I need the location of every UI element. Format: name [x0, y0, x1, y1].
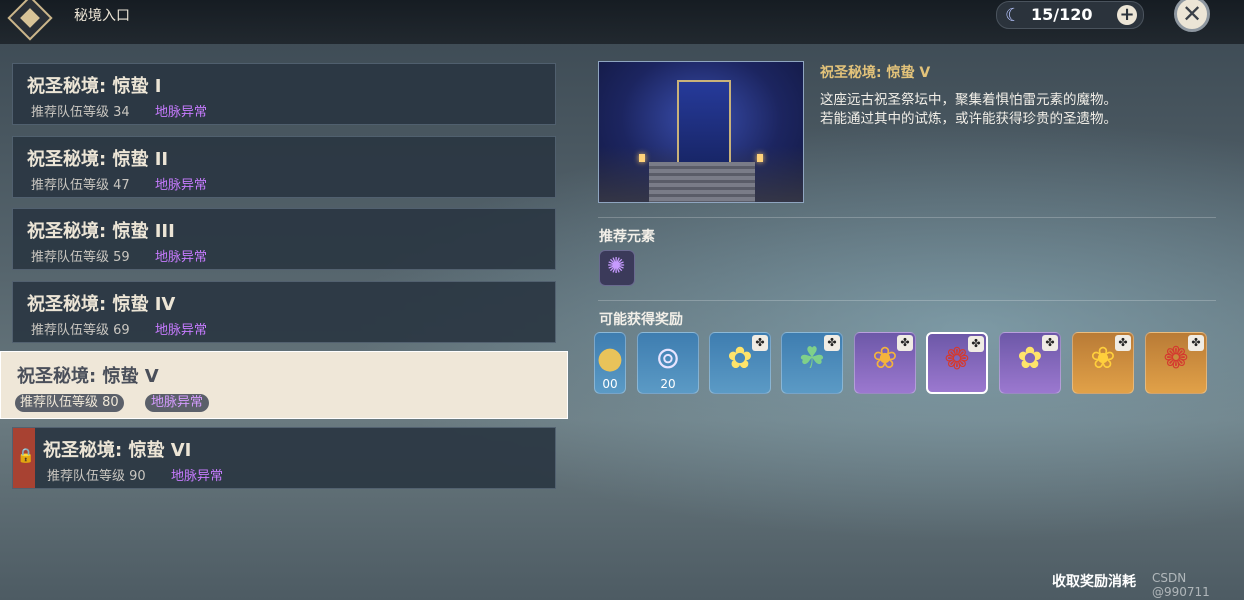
detail-title: 祝圣秘境: 惊蛰 V — [820, 65, 931, 81]
domain-item-1[interactable]: 祝圣秘境: 惊蛰 I 推荐队伍等级 34 地脉异常 — [12, 63, 556, 125]
ley-line-tag: 地脉异常 — [155, 105, 208, 120]
recommended-level: 推荐队伍等级 59 — [31, 250, 130, 265]
domain-name: 祝圣秘境: 惊蛰 IV — [27, 294, 176, 315]
recommended-level: 推荐队伍等级 47 — [31, 178, 130, 193]
reward-count: 00 — [602, 377, 618, 391]
detail-description: 若能通过其中的试炼，或许能获得珍贵的圣遗物。 — [820, 111, 1117, 127]
page-title: 秘境入口 — [74, 8, 130, 24]
artifact-badge-icon: ✤ — [1115, 335, 1131, 351]
domain-name: 祝圣秘境: 惊蛰 VI — [43, 440, 192, 461]
altar-door — [677, 80, 731, 162]
reward-artifact[interactable]: ❀ ✤ — [854, 332, 916, 394]
reward-companionship-exp[interactable]: ⊚ 20 — [637, 332, 699, 394]
artifact-badge-icon: ✤ — [1042, 335, 1058, 351]
domain-preview-image — [598, 61, 804, 203]
recommended-level: 推荐队伍等级 69 — [31, 323, 130, 338]
domain-name: 祝圣秘境: 惊蛰 V — [17, 366, 159, 387]
domain-item-3[interactable]: 祝圣秘境: 惊蛰 III 推荐队伍等级 59 地脉异常 — [12, 208, 556, 270]
domain-item-5-selected[interactable]: 祝圣秘境: 惊蛰 V 推荐队伍等级 80 地脉异常 — [0, 351, 568, 419]
lock-bar: 🔒 — [13, 428, 35, 488]
divider — [598, 300, 1216, 301]
close-icon: ✕ — [1181, 0, 1203, 28]
lamp-icon — [639, 154, 645, 162]
mora-coin-icon: ● — [596, 341, 624, 376]
recommended-element-label: 推荐元素 — [599, 229, 655, 245]
domain-name: 祝圣秘境: 惊蛰 III — [27, 221, 175, 242]
reward-artifact[interactable]: ❀ ✤ — [1072, 332, 1134, 394]
artifact-badge-icon: ✤ — [824, 335, 840, 351]
domain-emblem-icon — [7, 0, 53, 41]
reward-mora[interactable]: ● 00 — [594, 332, 626, 394]
domain-name: 祝圣秘境: 惊蛰 I — [27, 76, 162, 97]
resin-counter[interactable]: ☾ 15/120 + — [996, 1, 1144, 29]
crescent-moon-icon: ☾ — [1005, 5, 1022, 26]
artifact-badge-icon: ✤ — [968, 336, 984, 352]
reward-count: 20 — [660, 377, 676, 391]
rewards-label: 可能获得奖励 — [599, 312, 683, 328]
domain-item-4[interactable]: 祝圣秘境: 惊蛰 IV 推荐队伍等级 69 地脉异常 — [12, 281, 556, 343]
domain-name: 祝圣秘境: 惊蛰 II — [27, 149, 169, 170]
ley-line-tag: 地脉异常 — [171, 469, 224, 484]
reward-cost-label: 收取奖励消耗 — [1052, 574, 1136, 590]
domain-item-2[interactable]: 祝圣秘境: 惊蛰 II 推荐队伍等级 47 地脉异常 — [12, 136, 556, 198]
top-bar: 秘境入口 ☾ 15/120 + ✕ — [0, 0, 1244, 44]
ley-line-tag: 地脉异常 — [155, 250, 208, 265]
ley-line-tag: 地脉异常 — [155, 178, 208, 193]
divider — [598, 217, 1216, 218]
artifact-badge-icon: ✤ — [1188, 335, 1204, 351]
companionship-exp-icon: ⊚ — [655, 341, 681, 376]
reward-artifact-selected[interactable]: ❁ ✤ — [926, 332, 988, 394]
electro-element-icon[interactable]: ✺ — [599, 250, 635, 286]
domain-item-6-locked[interactable]: 🔒 祝圣秘境: 惊蛰 VI 推荐队伍等级 90 地脉异常 — [12, 427, 556, 489]
lamp-icon — [757, 154, 763, 162]
reward-artifact[interactable]: ❁ ✤ — [1145, 332, 1207, 394]
altar-stairs — [649, 162, 755, 202]
reward-artifact[interactable]: ✿ ✤ — [999, 332, 1061, 394]
artifact-badge-icon: ✤ — [752, 335, 768, 351]
recommended-level: 推荐队伍等级 34 — [31, 105, 130, 120]
recommended-level: 推荐队伍等级 90 — [47, 469, 146, 484]
ley-line-tag: 地脉异常 — [145, 394, 210, 412]
plus-icon[interactable]: + — [1117, 5, 1137, 25]
detail-description: 这座远古祝圣祭坛中，聚集着惧怕雷元素的魔物。 — [820, 92, 1117, 108]
reward-artifact[interactable]: ✿ ✤ — [709, 332, 771, 394]
artifact-badge-icon: ✤ — [897, 335, 913, 351]
ley-line-tag: 地脉异常 — [155, 323, 208, 338]
close-button[interactable]: ✕ — [1174, 0, 1210, 32]
resin-value: 15/120 — [1031, 5, 1093, 24]
reward-artifact[interactable]: ☘ ✤ — [781, 332, 843, 394]
lock-icon: 🔒 — [17, 448, 35, 464]
recommended-level: 推荐队伍等级 80 — [15, 394, 124, 412]
watermark: CSDN @990711 — [1152, 571, 1210, 599]
